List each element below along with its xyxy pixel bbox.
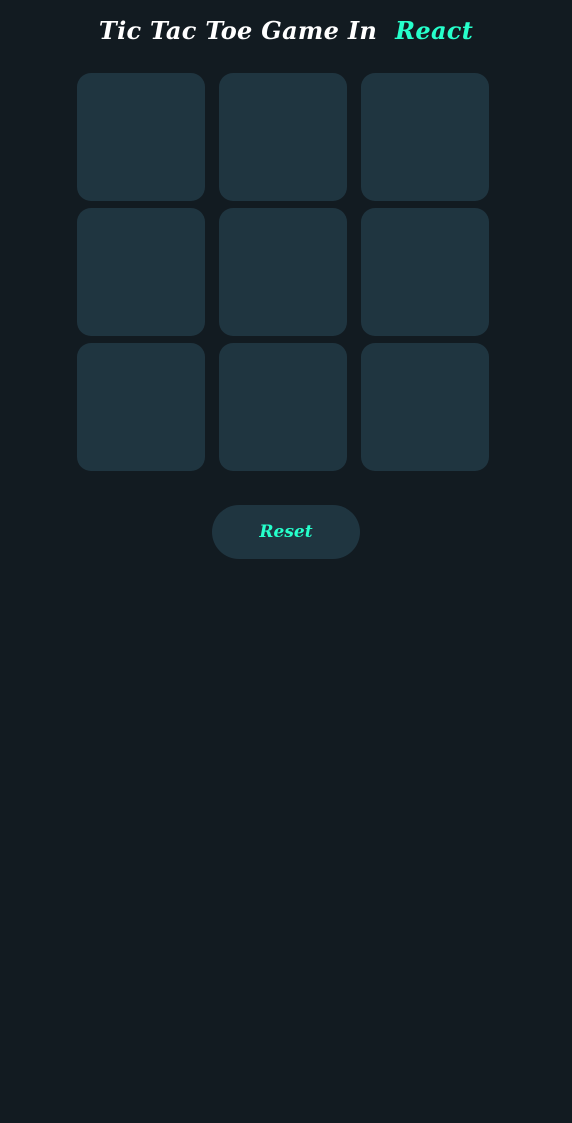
reset-button[interactable]: Reset bbox=[212, 505, 360, 559]
game-page: Tic Tac Toe Game In React Reset bbox=[0, 0, 572, 1123]
board-cell-9[interactable] bbox=[361, 343, 489, 471]
title-accent: React bbox=[395, 16, 474, 45]
board-cell-7[interactable] bbox=[77, 343, 205, 471]
board-cell-4[interactable] bbox=[77, 208, 205, 336]
board-cell-6[interactable] bbox=[361, 208, 489, 336]
board-cell-5[interactable] bbox=[219, 208, 347, 336]
page-title: Tic Tac Toe Game In React bbox=[0, 14, 572, 48]
board-cell-8[interactable] bbox=[219, 343, 347, 471]
board-cell-2[interactable] bbox=[219, 73, 347, 201]
title-prefix: Tic Tac Toe Game In bbox=[98, 16, 378, 45]
game-board bbox=[77, 73, 489, 471]
board-cell-1[interactable] bbox=[77, 73, 205, 201]
board-cell-3[interactable] bbox=[361, 73, 489, 201]
